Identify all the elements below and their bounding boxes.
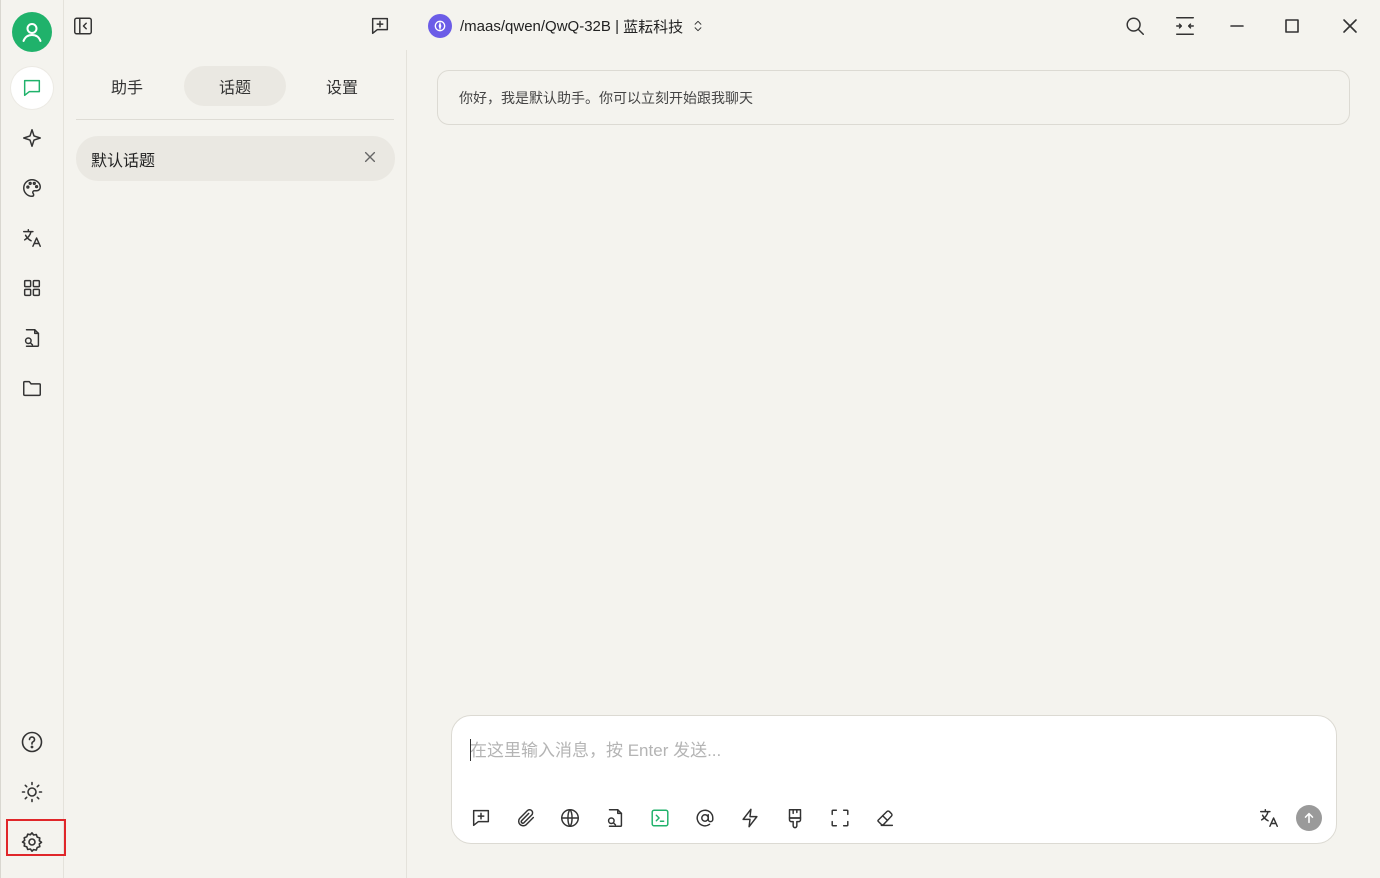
minimize-button[interactable] <box>1224 13 1250 39</box>
knowledge-base-button[interactable] <box>600 803 630 833</box>
tab-assistants[interactable]: 助手 <box>76 66 178 106</box>
chevron-updown-icon <box>694 20 702 32</box>
rail-help-button[interactable] <box>11 721 53 763</box>
sparkle-icon <box>23 129 41 147</box>
globe-icon <box>561 809 579 827</box>
sidebar-collapse-icon <box>74 17 92 35</box>
clear-context-button[interactable] <box>780 803 810 833</box>
tab-topics[interactable]: 话题 <box>184 66 286 106</box>
narrow-mode-icon <box>1176 17 1194 35</box>
chat-icon <box>23 79 41 97</box>
clear-messages-button[interactable] <box>870 803 900 833</box>
sun-icon <box>21 781 43 803</box>
send-arrow-icon <box>1304 812 1314 824</box>
rail-chat-button[interactable] <box>11 67 53 109</box>
tab-settings[interactable]: 设置 <box>291 66 393 106</box>
web-search-button[interactable] <box>555 803 585 833</box>
palette-icon <box>23 179 41 197</box>
translate-icon <box>23 229 41 247</box>
assistant-greeting: 你好，我是默认助手。你可以立刻开始跟我聊天 <box>437 70 1350 125</box>
side-panel: 助手 话题 设置 默认话题 <box>64 50 407 878</box>
side-tabs: 助手 话题 设置 <box>76 64 394 120</box>
rail-translate-button[interactable] <box>11 217 53 259</box>
expand-icon <box>831 809 849 827</box>
narrow-mode-button[interactable] <box>1172 13 1198 39</box>
delete-topic-button[interactable] <box>363 150 377 164</box>
brush-icon <box>788 809 802 829</box>
new-topic-icon <box>371 17 389 35</box>
rail-knowledge-button[interactable] <box>11 317 53 359</box>
close-icon <box>1343 19 1357 33</box>
send-button[interactable] <box>1296 805 1322 831</box>
mcp-tools-button[interactable] <box>645 803 675 833</box>
close-icon <box>364 151 376 163</box>
new-topic-button[interactable] <box>367 13 393 39</box>
left-rail <box>0 0 64 878</box>
file-search-icon <box>607 809 623 827</box>
model-provider-text: 蓝耘科技 <box>623 18 684 36</box>
quick-phrases-button[interactable] <box>735 803 765 833</box>
rail-files-button[interactable] <box>11 367 53 409</box>
search-button[interactable] <box>1122 13 1148 39</box>
apps-grid-icon <box>23 279 41 297</box>
settings-highlight-box <box>6 819 66 856</box>
terminal-icon <box>651 809 669 827</box>
greeting-text: 你好，我是默认助手。你可以立刻开始跟我聊天 <box>459 89 753 106</box>
attach-file-button[interactable] <box>511 803 541 833</box>
topic-label: 默认话题 <box>91 152 156 170</box>
user-avatar[interactable] <box>12 12 52 52</box>
maximize-icon <box>1285 19 1299 33</box>
maximize-button[interactable] <box>1279 13 1305 39</box>
message-input[interactable] <box>470 736 1310 776</box>
at-icon <box>696 809 714 827</box>
model-selector[interactable]: /maas/qwen/QwQ-32B | 蓝耘科技 <box>428 12 705 40</box>
text-caret <box>470 739 471 761</box>
lightning-icon <box>742 808 758 828</box>
topic-item[interactable]: 默认话题 <box>76 136 395 181</box>
eraser-icon <box>877 810 894 827</box>
provider-logo-icon <box>434 20 446 32</box>
close-window-button[interactable] <box>1337 13 1363 39</box>
new-topic-icon <box>472 809 490 827</box>
minimize-icon <box>1230 25 1244 27</box>
rail-agents-button[interactable] <box>11 117 53 159</box>
expand-input-button[interactable] <box>825 803 855 833</box>
translate-input-button[interactable] <box>1254 803 1284 833</box>
model-path-text: /maas/qwen/QwQ-32B <box>460 17 611 35</box>
mention-model-button[interactable] <box>690 803 720 833</box>
user-icon <box>22 23 42 42</box>
folder-icon <box>23 380 41 397</box>
file-search-icon <box>24 329 40 347</box>
new-topic-tool-button[interactable] <box>466 803 496 833</box>
model-provider-logo <box>428 14 452 38</box>
paperclip-icon <box>517 809 535 827</box>
rail-paintings-button[interactable] <box>11 167 53 209</box>
toggle-sidebar-button[interactable] <box>70 13 96 39</box>
help-icon <box>21 731 43 753</box>
rail-theme-button[interactable] <box>11 771 53 813</box>
translate-icon <box>1260 809 1278 827</box>
rail-apps-button[interactable] <box>11 267 53 309</box>
search-icon <box>1126 17 1144 35</box>
model-separator: | <box>610 17 624 35</box>
